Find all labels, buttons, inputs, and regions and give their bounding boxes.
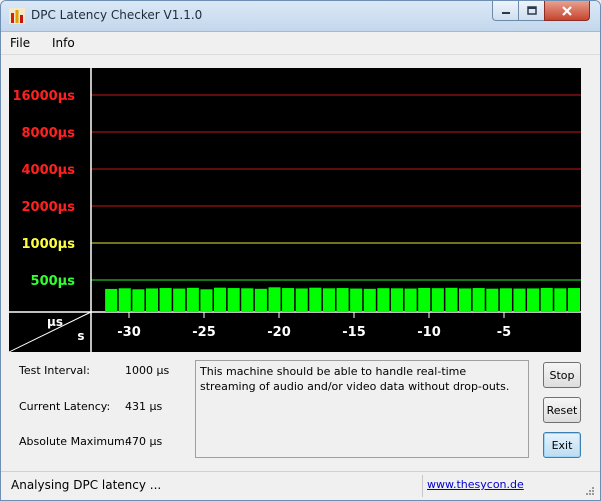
latency-bar xyxy=(200,289,213,312)
close-icon xyxy=(562,5,572,16)
bar-chart-icon xyxy=(9,8,25,24)
y-tick-label: 16000µs xyxy=(12,89,75,104)
absolute-maximum-label: Absolute Maximum: xyxy=(19,435,129,448)
maximize-button[interactable] xyxy=(518,1,545,21)
latency-bar xyxy=(322,288,335,312)
latency-bar xyxy=(241,288,254,312)
x-tick-label: -20 xyxy=(267,325,291,340)
latency-bar xyxy=(282,288,295,312)
latency-bar xyxy=(390,288,404,312)
latency-bar xyxy=(363,288,376,312)
app-window: DPC Latency Checker V1.1.0 File Info 160… xyxy=(0,0,601,501)
latency-bar xyxy=(567,288,580,312)
x-tick-label: -25 xyxy=(192,325,216,340)
current-latency-value: 431 µs xyxy=(125,400,163,413)
status-divider xyxy=(422,475,423,497)
y-tick-label: 8000µs xyxy=(22,126,76,141)
latency-bar xyxy=(431,288,444,312)
absolute-maximum-value: 470 µs xyxy=(125,435,163,448)
latency-bar xyxy=(445,287,458,312)
latency-bar xyxy=(540,287,553,312)
latency-bar xyxy=(350,288,363,312)
latency-bar xyxy=(268,287,281,312)
menu-bar: File Info xyxy=(1,32,600,55)
latency-bar xyxy=(145,288,159,312)
reset-button[interactable]: Reset xyxy=(543,397,581,423)
window-title: DPC Latency Checker V1.1.0 xyxy=(31,8,203,22)
latency-bar xyxy=(472,288,485,312)
latency-bar xyxy=(309,287,322,312)
minimize-icon xyxy=(501,11,510,14)
y-tick-label: 4000µs xyxy=(22,163,76,178)
latency-bar xyxy=(118,288,131,312)
close-button[interactable] xyxy=(544,1,590,21)
latency-bar xyxy=(105,288,118,312)
status-bar: Analysing DPC latency ... www.thesycon.d… xyxy=(1,471,600,500)
stop-button[interactable]: Stop xyxy=(543,362,581,388)
latency-bar xyxy=(295,288,308,312)
status-text: Analysing DPC latency ... xyxy=(11,478,162,492)
latency-bar xyxy=(499,288,512,312)
title-bar[interactable]: DPC Latency Checker V1.1.0 xyxy=(1,1,600,32)
latency-bar xyxy=(513,288,526,312)
x-tick-label: -10 xyxy=(417,325,441,340)
y-tick-label: 2000µs xyxy=(22,200,76,215)
menu-info[interactable]: Info xyxy=(52,36,75,50)
latency-bar xyxy=(132,289,145,312)
x-unit-label: s xyxy=(77,329,84,343)
latency-bar xyxy=(554,288,567,312)
latency-chart: 16000µs 8000µs 4000µs 2000µs 1000µs 500µs µss -… xyxy=(9,68,581,352)
exit-button[interactable]: Exit xyxy=(543,432,581,458)
latency-bar xyxy=(159,288,172,312)
x-tick-label: -15 xyxy=(342,325,366,340)
result-message: This machine should be able to handle re… xyxy=(195,360,529,458)
x-tick-label: -30 xyxy=(117,325,141,340)
latency-bar xyxy=(377,288,390,312)
test-interval-value: 1000 µs xyxy=(125,364,170,377)
maximize-icon xyxy=(526,6,537,15)
latency-bar xyxy=(214,287,227,312)
latency-bar xyxy=(186,287,199,312)
latency-bar xyxy=(404,288,417,312)
latency-bar xyxy=(418,287,431,312)
latency-bar xyxy=(486,288,499,312)
y-tick-label: 1000µs xyxy=(22,237,76,252)
website-link[interactable]: www.thesycon.de xyxy=(427,478,524,491)
current-latency-label: Current Latency: xyxy=(19,400,111,413)
menu-file[interactable]: File xyxy=(10,36,30,50)
latency-bar xyxy=(173,288,186,312)
latency-bar xyxy=(254,288,267,312)
latency-bar xyxy=(336,288,349,312)
y-tick-label: 500µs xyxy=(31,274,76,289)
latency-bar xyxy=(459,288,472,312)
minimize-button[interactable] xyxy=(492,1,519,21)
latency-bar xyxy=(227,288,240,312)
test-interval-label: Test Interval: xyxy=(19,364,90,377)
y-unit-label: µs xyxy=(47,315,63,329)
resize-grip-icon[interactable] xyxy=(581,486,595,498)
latency-bar xyxy=(527,288,540,312)
x-tick-label: -5 xyxy=(497,325,511,340)
